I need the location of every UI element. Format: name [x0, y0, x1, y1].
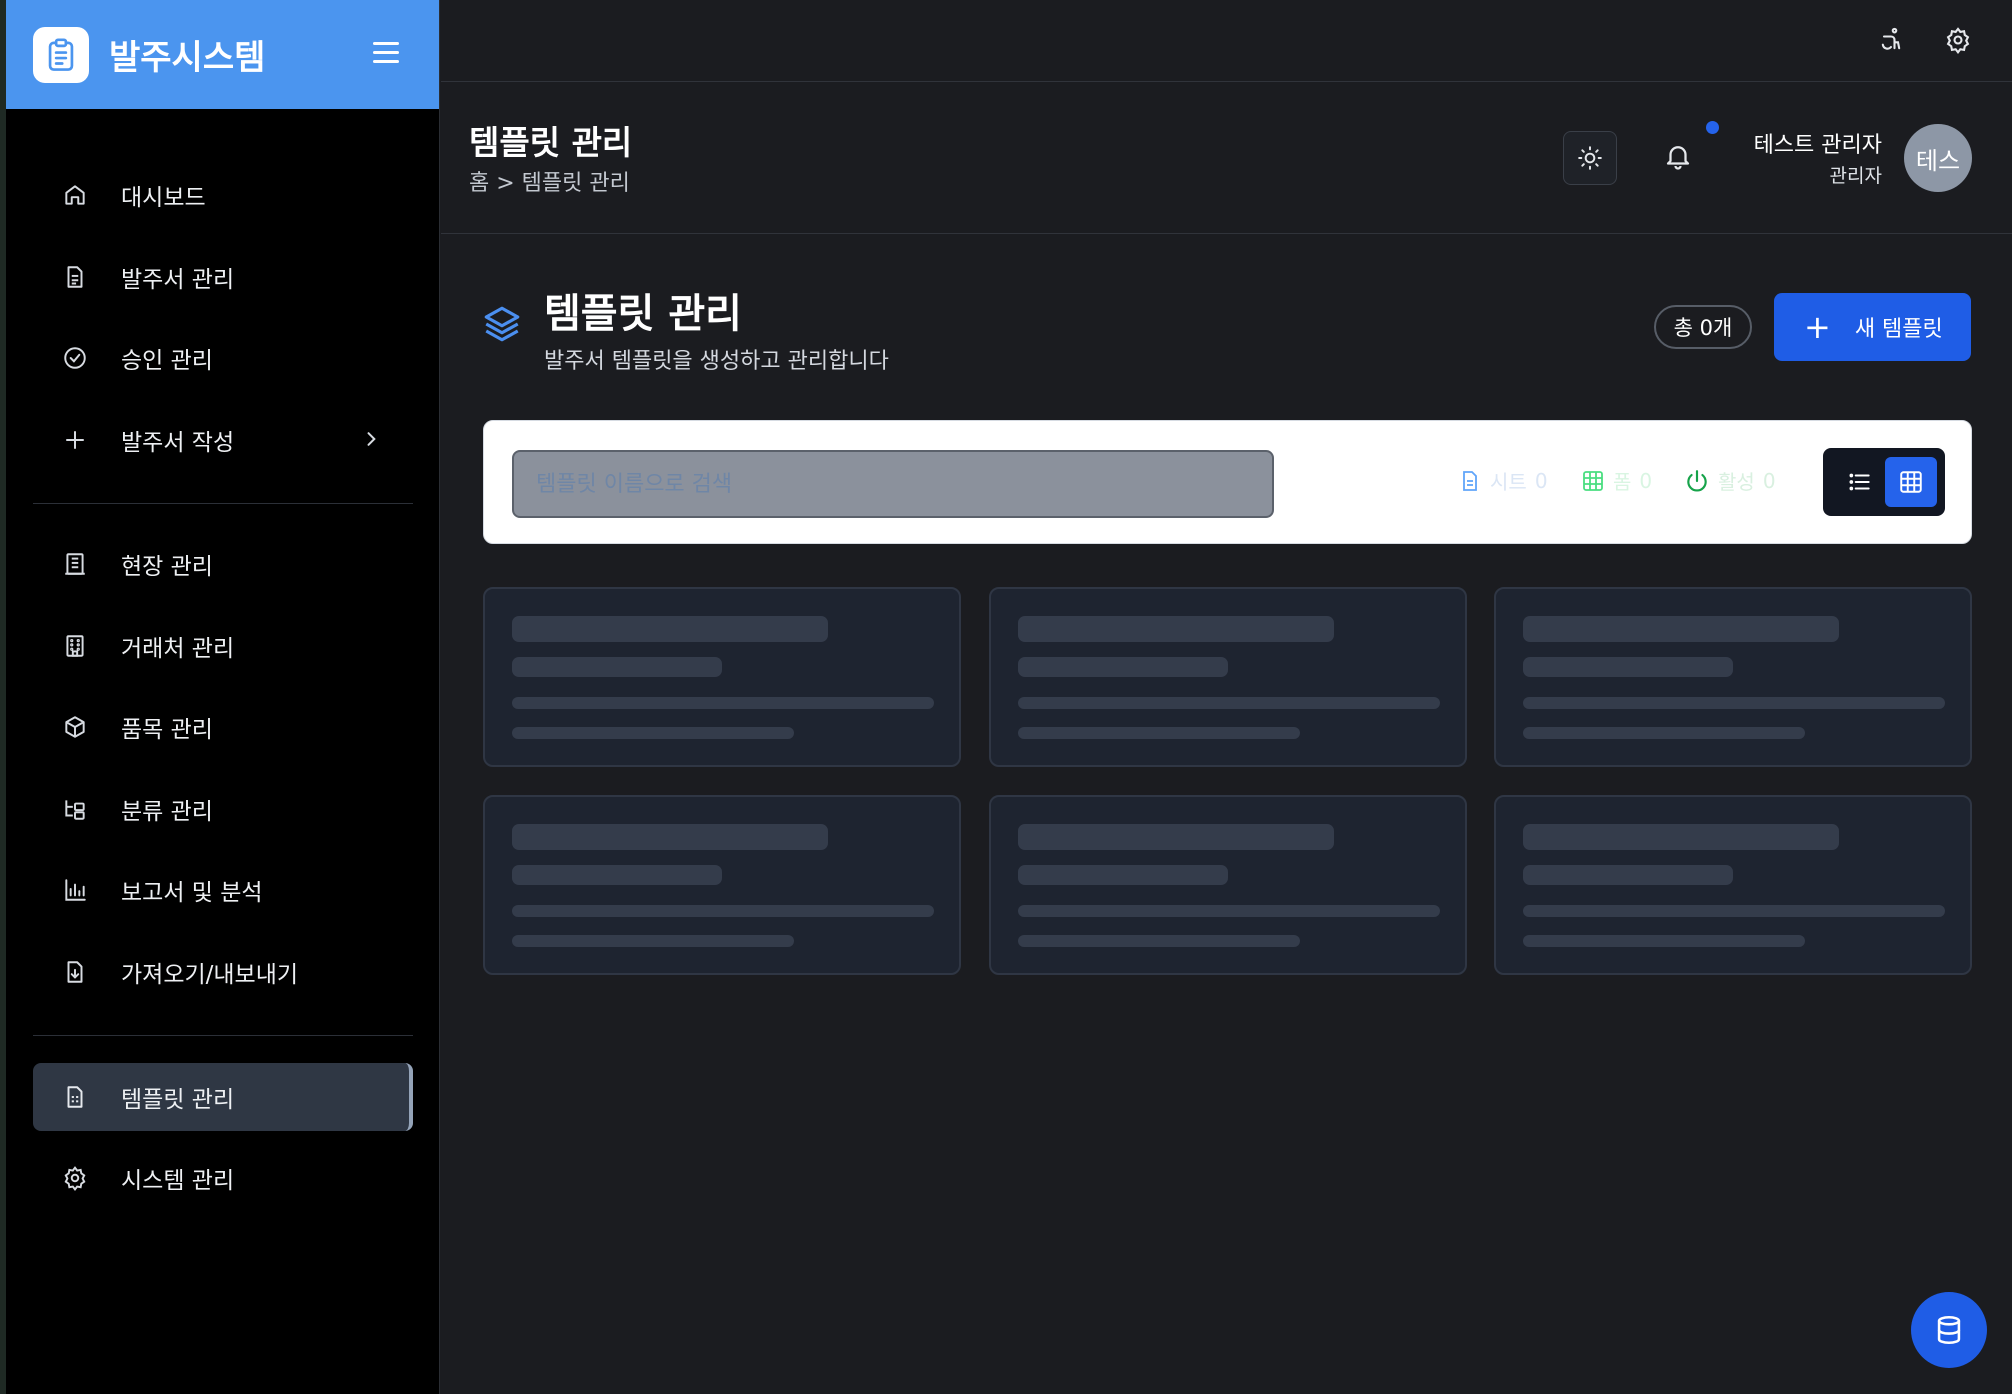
sidebar-item-label: 템플릿 관리 — [121, 1087, 235, 1113]
grid-table-icon — [1583, 470, 1603, 491]
grid-view-button[interactable] — [1885, 457, 1937, 507]
package-icon — [61, 713, 89, 741]
sidebar-item-vendors[interactable]: 거래처 관리 — [33, 612, 413, 680]
accessibility-icon[interactable] — [1877, 26, 1907, 56]
sidebar-item-label: 보고서 및 분석 — [121, 880, 263, 906]
stat-active-value: 0 — [1762, 468, 1776, 493]
spreadsheet-icon — [61, 1083, 89, 1111]
skeleton-card — [1494, 795, 1972, 975]
theme-toggle-button[interactable] — [1563, 131, 1617, 185]
new-template-button[interactable]: + 새 템플릿 — [1774, 293, 1971, 361]
notification-dot — [1706, 121, 1719, 134]
sidebar-item-dashboard[interactable]: 대시보드 — [33, 161, 413, 229]
brand-title: 발주시스템 — [109, 38, 266, 78]
sidebar-divider — [33, 503, 413, 504]
breadcrumb[interactable]: 홈 > 템플릿 관리 — [469, 165, 630, 197]
sidebar-item-label: 분류 관리 — [121, 799, 213, 825]
menu-toggle-icon[interactable] — [373, 42, 399, 64]
sidebar-item-label: 발주서 작성 — [121, 430, 235, 456]
file-sheet-icon — [1463, 470, 1477, 491]
sidebar-item-label: 시스템 관리 — [121, 1168, 235, 1194]
database-icon — [1937, 1315, 1961, 1345]
building-icon — [61, 550, 89, 578]
sidebar-item-sites[interactable]: 현장 관리 — [33, 530, 413, 598]
sidebar-divider — [33, 1035, 413, 1036]
plus-icon — [61, 426, 89, 454]
sidebar-item-items[interactable]: 품목 관리 — [33, 693, 413, 761]
home-icon — [61, 181, 89, 209]
sidebar-item-label: 품목 관리 — [121, 717, 213, 743]
stat-sheet: 시트 0 — [1458, 466, 1548, 495]
chevron-right-icon — [361, 428, 381, 454]
avatar[interactable]: 테스 — [1904, 124, 1972, 192]
layers-icon — [481, 303, 523, 345]
database-fab-button[interactable] — [1911, 1292, 1987, 1368]
sidebar-item-label: 발주서 관리 — [121, 267, 235, 293]
view-toggle — [1823, 448, 1945, 516]
stat-active-label: 활성 — [1718, 470, 1755, 494]
user-name: 테스트 관리자 — [1753, 133, 1882, 158]
sidebar-item-label: 승인 관리 — [121, 348, 213, 374]
sidebar-item-label: 가져오기/내보내기 — [121, 962, 299, 988]
stat-active: 활성 0 — [1684, 466, 1776, 495]
filter-bar: 시트 0 폼 0 활성 0 — [483, 420, 1972, 544]
section-header: 템플릿 관리 발주서 템플릿을 생성하고 관리합니다 총 0개 + 새 템플릿 — [441, 235, 2012, 395]
sidebar-item-import-export[interactable]: 가져오기/내보내기 — [33, 938, 413, 1006]
stat-sheet-label: 시트 — [1490, 470, 1527, 494]
sidebar-item-label: 현장 관리 — [121, 554, 213, 580]
brand-header: 발주시스템 — [6, 0, 439, 109]
sidebar-item-create-order[interactable]: 발주서 작성 — [33, 406, 413, 474]
stat-form-label: 폼 — [1613, 470, 1632, 494]
check-circle-icon — [61, 344, 89, 372]
clipboard-icon — [33, 26, 89, 83]
top-utility-bar — [441, 0, 2012, 82]
list-icon — [1849, 473, 1870, 491]
sidebar-item-templates[interactable]: 템플릿 관리 — [33, 1063, 413, 1131]
stat-sheet-value: 0 — [1534, 468, 1548, 493]
tree-icon — [61, 795, 89, 823]
stat-form: 폼 0 — [1581, 466, 1652, 495]
search-input[interactable] — [512, 450, 1274, 518]
file-download-icon — [61, 958, 89, 986]
bell-icon[interactable] — [1663, 141, 1695, 173]
sidebar-item-label: 대시보드 — [121, 185, 206, 211]
gear-icon — [61, 1164, 89, 1192]
user-role: 관리자 — [1829, 165, 1882, 187]
sidebar-item-reports[interactable]: 보고서 및 분석 — [33, 856, 413, 924]
document-icon — [61, 263, 89, 291]
grid-icon — [1900, 471, 1922, 493]
page-header: 템플릿 관리 홈 > 템플릿 관리 테스트 관리자 관리자 테스 — [441, 83, 2012, 234]
skeleton-card — [1494, 587, 1972, 767]
sidebar: 발주시스템 대시보드 발주서 관리 승인 관리 발주서 작성 현장 관리 거래처… — [6, 0, 440, 1394]
bar-chart-icon — [61, 876, 89, 904]
skeleton-card — [483, 795, 961, 975]
sidebar-item-categories[interactable]: 분류 관리 — [33, 775, 413, 843]
sidebar-item-orders[interactable]: 발주서 관리 — [33, 243, 413, 311]
settings-gear-icon[interactable] — [1944, 26, 1974, 56]
plus-icon: + — [1804, 308, 1831, 346]
skeleton-card — [989, 587, 1467, 767]
section-subtitle: 발주서 템플릿을 생성하고 관리합니다 — [544, 349, 889, 374]
power-icon — [1687, 469, 1707, 492]
new-template-label: 새 템플릿 — [1854, 317, 1943, 342]
sun-icon — [1578, 146, 1602, 170]
sidebar-item-system[interactable]: 시스템 관리 — [33, 1144, 413, 1212]
section-title: 템플릿 관리 — [544, 291, 742, 337]
office-icon — [61, 632, 89, 660]
sidebar-item-approvals[interactable]: 승인 관리 — [33, 324, 413, 392]
skeleton-card — [989, 795, 1467, 975]
skeleton-card — [483, 587, 961, 767]
total-count-badge: 총 0개 — [1654, 305, 1752, 349]
sidebar-item-label: 거래처 관리 — [121, 636, 235, 662]
list-view-button[interactable] — [1835, 457, 1885, 507]
stat-form-value: 0 — [1639, 468, 1653, 493]
page-title: 템플릿 관리 — [469, 123, 633, 162]
